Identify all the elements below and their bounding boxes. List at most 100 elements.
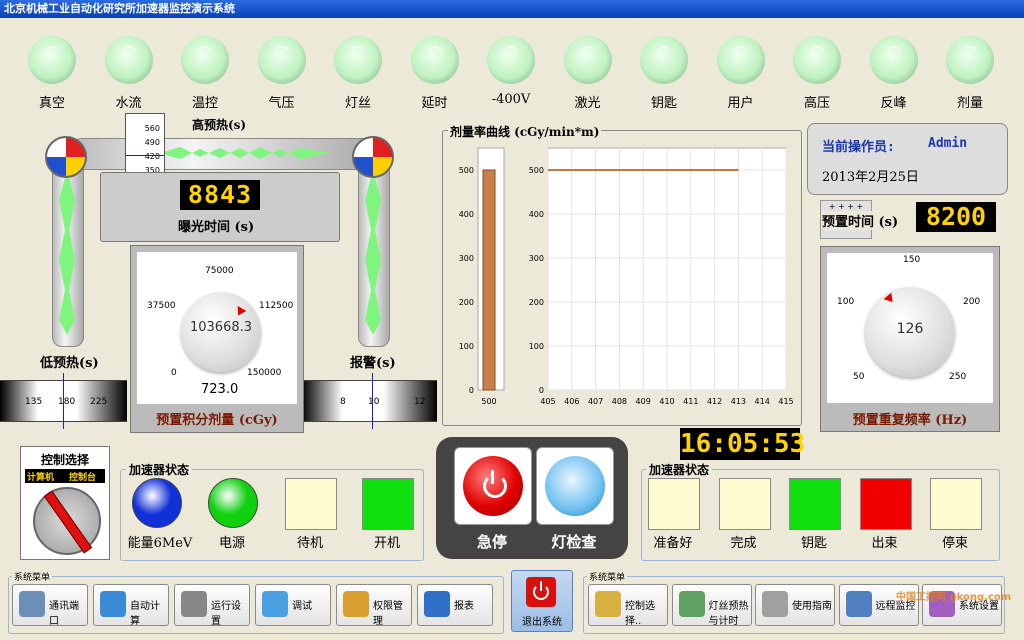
menu-button-label: 运行设置 <box>211 601 241 627</box>
menu-button[interactable]: 调试 <box>255 584 331 626</box>
menu-button-icon <box>845 591 872 617</box>
menu-button-icon <box>762 591 788 617</box>
menu-button-label: 灯丝预热与计时 <box>708 601 749 627</box>
line-x-tick: 413 <box>731 397 746 406</box>
standby-label: 待机 <box>296 536 323 551</box>
frequency-tick: 250 <box>949 372 967 382</box>
operator-panel: 当前操作员: Admin 2013年2月25日 <box>807 123 1008 195</box>
standby-indicator <box>285 478 337 530</box>
clock-display: 16:05:53 <box>680 428 806 460</box>
dose-label: 预置积分剂量 (cGy) <box>156 413 278 428</box>
bar-y-tick: 500 <box>459 166 474 175</box>
status-lamp-label: 真空 <box>38 96 65 111</box>
status-lamp-label: 反峰 <box>880 96 907 111</box>
line-y-tick: 500 <box>529 166 544 175</box>
operator-label: 当前操作员: <box>822 140 895 155</box>
bar-y-tick: 100 <box>459 342 474 351</box>
accel-status-label: 准备好 <box>653 536 693 551</box>
exposure-label: 曝光时间 (s) <box>178 220 255 235</box>
menu-button[interactable]: 运行设置 <box>174 584 250 627</box>
status-lamp-label: 水流 <box>115 96 142 111</box>
status-lamp <box>793 36 841 84</box>
menu-button-icon <box>424 591 450 617</box>
menu-button-icon <box>181 591 207 617</box>
high-preheat-glow <box>160 147 330 159</box>
ruler-tick-label: 8 <box>340 397 346 407</box>
exit-icon <box>526 577 556 607</box>
preset-time-spinner-digits: + + + + <box>828 202 864 211</box>
status-lamp <box>257 36 306 84</box>
high-preheat-label: 高预热(s) <box>192 118 247 132</box>
accel-status-label: 停束 <box>941 536 968 551</box>
low-preheat-ruler[interactable]: 135 180 225 <box>0 373 127 429</box>
status-lamp <box>487 36 535 84</box>
menu-button[interactable]: 使用指南 <box>755 584 835 626</box>
lamp-check-button[interactable] <box>536 447 614 525</box>
right-beam-wheel-icon <box>352 136 394 178</box>
frequency-value: 126 <box>896 321 924 337</box>
low-preheat-tube <box>52 160 84 347</box>
dose-reading: 723.0 <box>201 382 239 397</box>
line-y-tick: 400 <box>529 210 544 219</box>
line-x-tick: 406 <box>564 397 579 406</box>
dose-bar <box>482 169 496 391</box>
control-select-panel: 控制选择 计算机 控制台 <box>20 446 110 560</box>
status-lamp-label: 剂量 <box>956 96 983 111</box>
menu-button[interactable]: 报表 <box>417 584 493 626</box>
exit-button[interactable]: 退出系统 <box>511 570 573 632</box>
dose-bar-chart: 0 100 200 300 400 500 500 <box>459 147 505 406</box>
menu-button-icon <box>678 591 705 617</box>
menu-button-icon <box>343 591 369 617</box>
control-select-knob[interactable] <box>33 487 101 555</box>
status-lamp <box>181 36 229 84</box>
dose-tick: 112500 <box>259 301 294 311</box>
accel-status-left-title: 加速器状态 <box>126 461 193 478</box>
watermark: 中国工控网 gkong.com <box>896 592 1012 603</box>
power-label: 电源 <box>218 536 245 551</box>
accel-status-label: 钥匙 <box>800 536 827 551</box>
menu-button[interactable]: 通讯端口 <box>12 584 88 627</box>
line-y-tick: 0 <box>539 386 544 395</box>
emergency-stop-button[interactable] <box>454 447 532 525</box>
emergency-stop-label: 急停 <box>476 533 507 551</box>
accel-status-indicator <box>718 478 771 530</box>
status-lamp <box>28 36 76 84</box>
line-x-tick: 414 <box>755 397 770 406</box>
left-beam-wheel-icon <box>45 136 87 178</box>
control-select-title: 控制选择 <box>40 453 89 467</box>
status-lamp-label: 温控 <box>191 96 218 111</box>
line-x-tick: 415 <box>778 397 793 406</box>
status-lamp <box>104 36 153 84</box>
exit-label: 退出系统 <box>522 617 562 628</box>
power-indicator <box>208 478 258 528</box>
menu-button[interactable]: 自动计算 <box>93 584 169 627</box>
status-lamp-label: 用户 <box>727 96 754 111</box>
menu-button[interactable]: 权限管理 <box>336 584 412 627</box>
line-y-tick: 200 <box>529 298 544 307</box>
alarm-ruler[interactable]: 8 10 12 <box>302 373 437 429</box>
accel-status-indicator <box>789 478 841 530</box>
ruler-tick-label: 135 <box>25 397 43 407</box>
dose-value: 103668.3 <box>189 320 253 335</box>
menu-button-icon <box>595 591 621 617</box>
alarm-label: 报警(s) <box>350 356 396 371</box>
ruler-tick-label: 10 <box>368 397 380 407</box>
menu-button-icon <box>100 591 126 617</box>
bar-y-tick: 200 <box>459 298 474 307</box>
ruler-pointer <box>63 373 64 429</box>
line-x-tick: 409 <box>636 397 651 406</box>
status-lamp <box>946 36 994 84</box>
accel-status-right-title: 加速器状态 <box>646 461 713 478</box>
dose-tick: 150000 <box>247 368 282 378</box>
operator-name: Admin <box>928 136 968 151</box>
line-x-tick: 407 <box>588 397 603 406</box>
control-console-label: 控制台 <box>69 473 97 483</box>
bar-y-tick: 0 <box>469 386 474 395</box>
menu-button[interactable]: 灯丝预热与计时 <box>671 584 752 627</box>
menu-button[interactable]: 控制选择.. <box>588 584 668 627</box>
ruler-tick-label: 180 <box>58 397 76 407</box>
power-icon <box>463 456 523 516</box>
menu-button-label: 通讯端口 <box>49 601 79 627</box>
dose-tick: 37500 <box>147 301 176 311</box>
dose-line-chart: 405 406 407 408 409 410 411 412 413 414 415 0 100 200… <box>529 147 794 406</box>
